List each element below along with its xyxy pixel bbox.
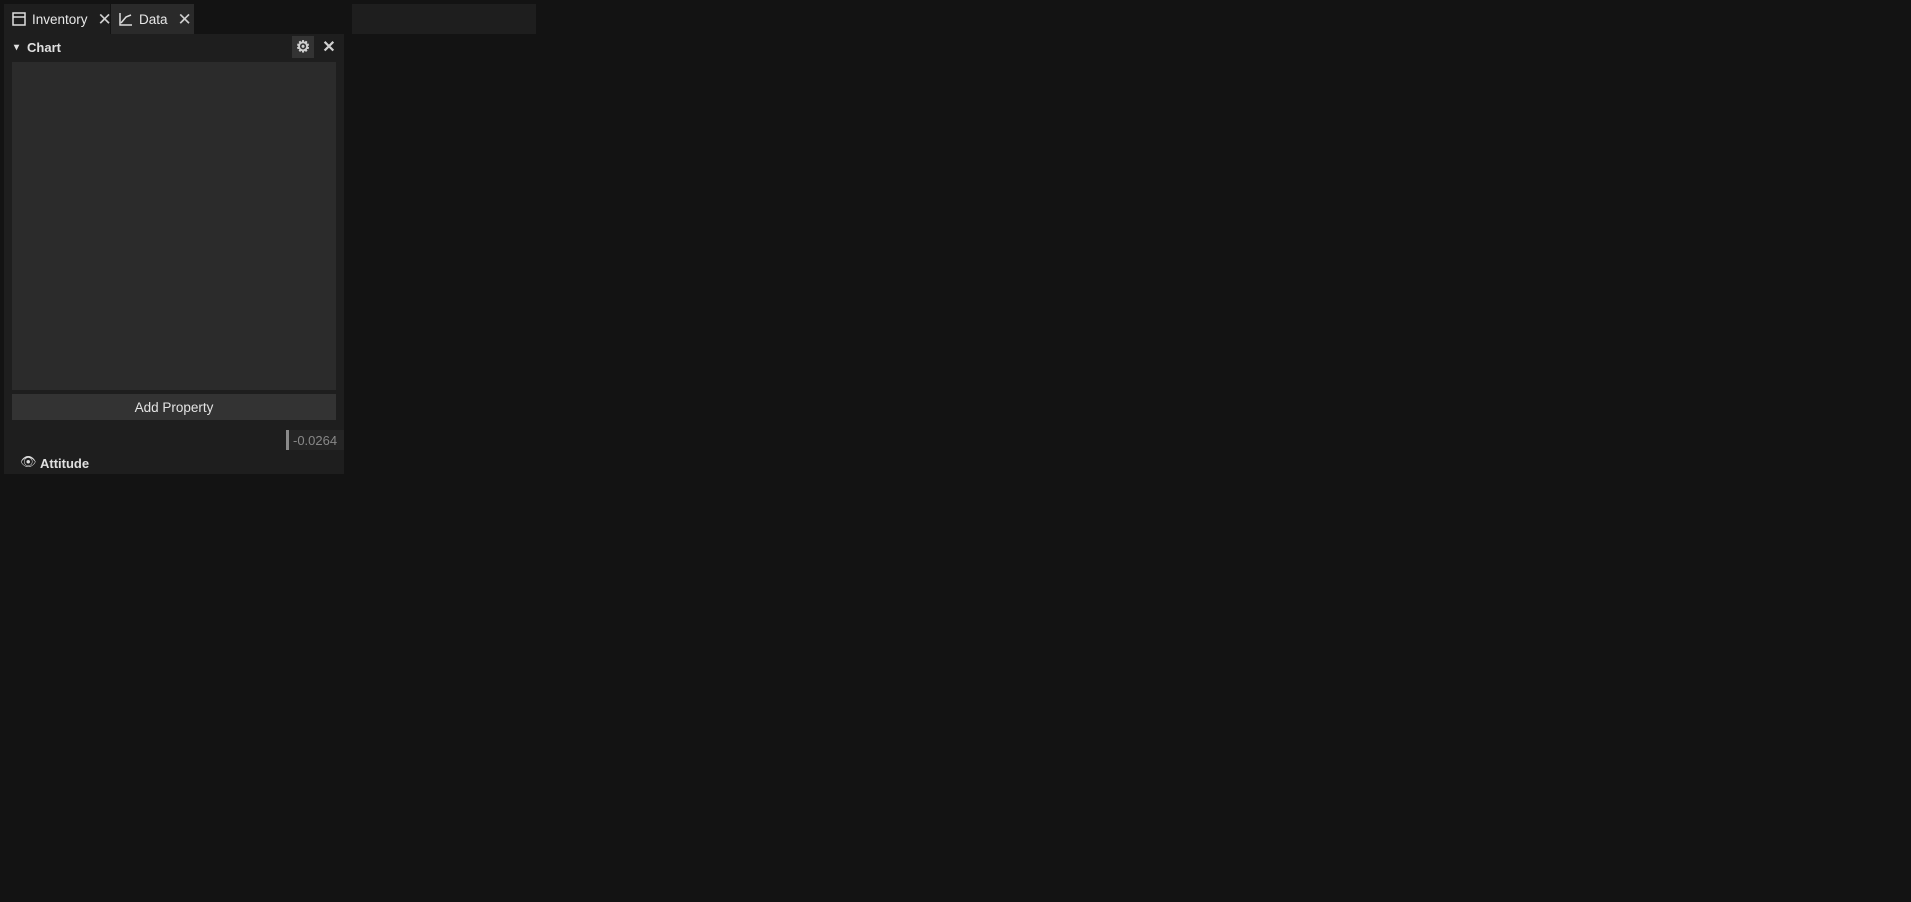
tab-label: Data <box>139 11 168 27</box>
property-label: Attitude <box>40 456 90 471</box>
chart-plot-1 <box>12 62 336 390</box>
value-field[interactable]: -0.0264 <box>286 430 344 450</box>
add-property-button[interactable]: Add Property <box>12 394 336 420</box>
tab-viewport[interactable] <box>352 4 536 34</box>
tab-inventory[interactable]: Inventory ✕ <box>4 4 112 34</box>
settings-icon[interactable]: ⚙ <box>292 36 314 58</box>
chart-panel-1: ▾ Chart ⚙ ✕ Add Property 👁 Attitude -0.0… <box>4 34 344 474</box>
close-icon[interactable]: ✕ <box>98 11 112 28</box>
close-icon[interactable]: ✕ <box>318 36 340 58</box>
property-attitude: 👁 Attitude -0.0264 <box>4 424 344 474</box>
chart-header: ▾ Chart ⚙ ✕ <box>4 34 344 60</box>
collapse-icon[interactable]: ▾ <box>14 42 19 53</box>
chart-svg-1 <box>12 62 336 390</box>
tab-label: Inventory <box>32 11 88 27</box>
list-icon <box>12 11 26 27</box>
line-chart-icon <box>119 11 133 27</box>
chart-title: Chart <box>27 39 61 55</box>
viewport-panel <box>352 0 1423 675</box>
tab-data[interactable]: Data ✕ <box>111 4 194 34</box>
close-icon[interactable]: ✕ <box>178 11 192 28</box>
eye-icon[interactable]: 👁 <box>20 454 37 470</box>
left-panel: Inventory ✕ Data ✕ ▾ Chart ⚙ ✕ Add Prope… <box>0 0 348 902</box>
